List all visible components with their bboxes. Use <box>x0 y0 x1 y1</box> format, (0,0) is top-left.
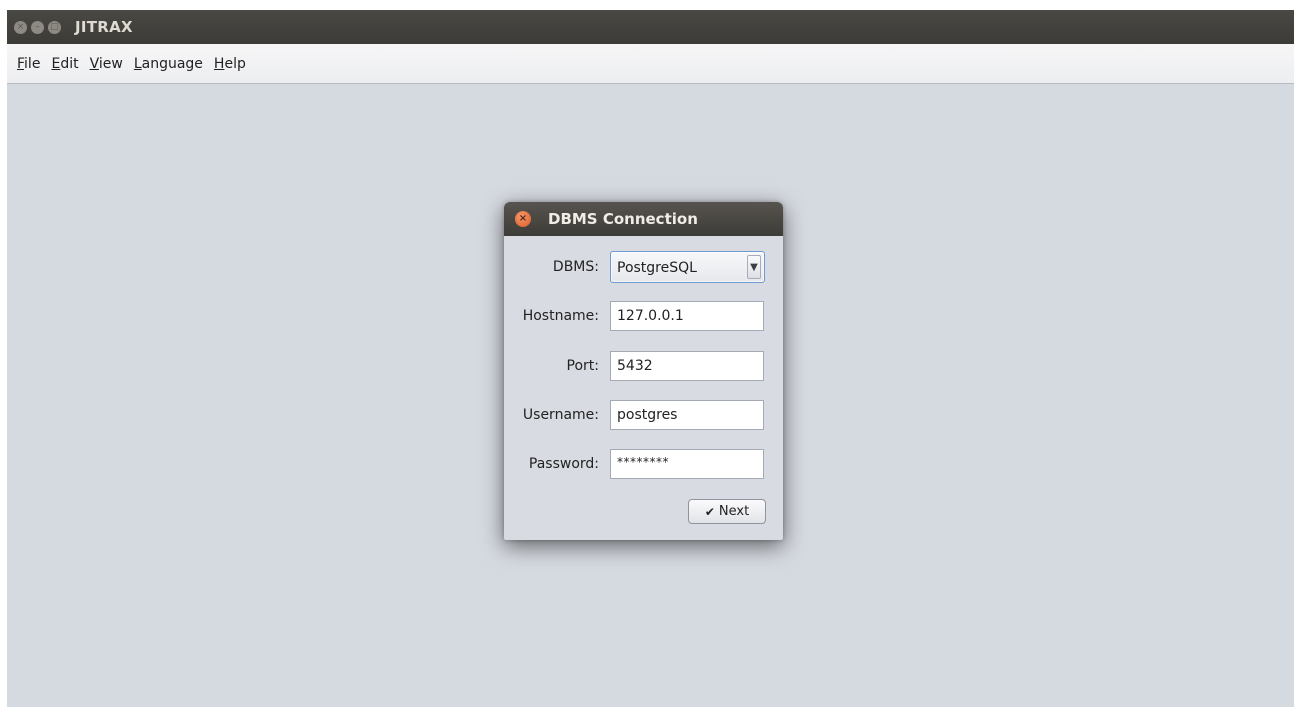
next-button-label: Next <box>718 504 750 519</box>
port-field[interactable]: 5432 <box>610 351 764 381</box>
close-icon[interactable]: × <box>14 20 27 34</box>
app-window: × – □ JITRAX File Edit View Language Hel… <box>7 10 1294 707</box>
menu-help-mnemonic: H <box>213 55 225 72</box>
menu-language-label: anguage <box>141 55 203 72</box>
menu-help-label: elp <box>224 55 246 72</box>
check-icon: ✔ <box>704 504 715 519</box>
username-field[interactable]: postgres <box>610 400 764 430</box>
dbms-connection-dialog: × DBMS Connection DBMS: PostgreSQL ▼ Hos… <box>504 202 783 540</box>
menubar: File Edit View Language Help <box>7 44 1294 84</box>
dbms-select-value: PostgreSQL <box>617 260 697 276</box>
username-label: Username: <box>522 407 599 423</box>
menu-edit-label: dit <box>60 55 79 72</box>
menu-language[interactable]: Language <box>134 54 203 74</box>
menu-file-label: ile <box>24 55 41 72</box>
dbms-label: DBMS: <box>552 259 599 275</box>
chevron-down-icon[interactable]: ▼ <box>747 255 761 279</box>
password-label: Password: <box>528 456 599 472</box>
menu-view-mnemonic: V <box>89 55 99 72</box>
menu-help[interactable]: Help <box>214 54 246 74</box>
hostname-row: Hostname: 127.0.0.1 <box>504 300 783 332</box>
menu-edit-mnemonic: E <box>51 55 61 72</box>
menu-view[interactable]: View <box>90 54 123 74</box>
dbms-row: DBMS: PostgreSQL ▼ <box>504 251 783 283</box>
dialog-close-icon[interactable]: × <box>515 211 531 227</box>
dbms-select[interactable]: PostgreSQL ▼ <box>610 251 765 283</box>
username-row: Username: postgres <box>504 399 783 431</box>
next-button[interactable]: ✔ Next <box>688 499 766 524</box>
dialog-title: DBMS Connection <box>548 210 698 228</box>
password-row: Password: ******** <box>504 448 783 480</box>
minimize-icon[interactable]: – <box>31 20 44 34</box>
maximize-icon[interactable]: □ <box>48 20 61 34</box>
app-title: JITRAX <box>75 18 133 36</box>
window-titlebar[interactable]: × – □ JITRAX <box>7 10 1294 44</box>
menu-file[interactable]: File <box>17 54 40 74</box>
password-field[interactable]: ******** <box>610 449 764 479</box>
dialog-titlebar[interactable]: × DBMS Connection <box>504 202 783 236</box>
port-label: Port: <box>566 358 599 374</box>
hostname-field[interactable]: 127.0.0.1 <box>610 301 764 331</box>
menu-file-mnemonic: F <box>17 55 25 72</box>
menu-view-label: iew <box>98 55 123 72</box>
menu-language-mnemonic: L <box>133 55 142 72</box>
port-row: Port: 5432 <box>504 350 783 382</box>
hostname-label: Hostname: <box>522 308 599 324</box>
menu-edit[interactable]: Edit <box>51 54 78 74</box>
